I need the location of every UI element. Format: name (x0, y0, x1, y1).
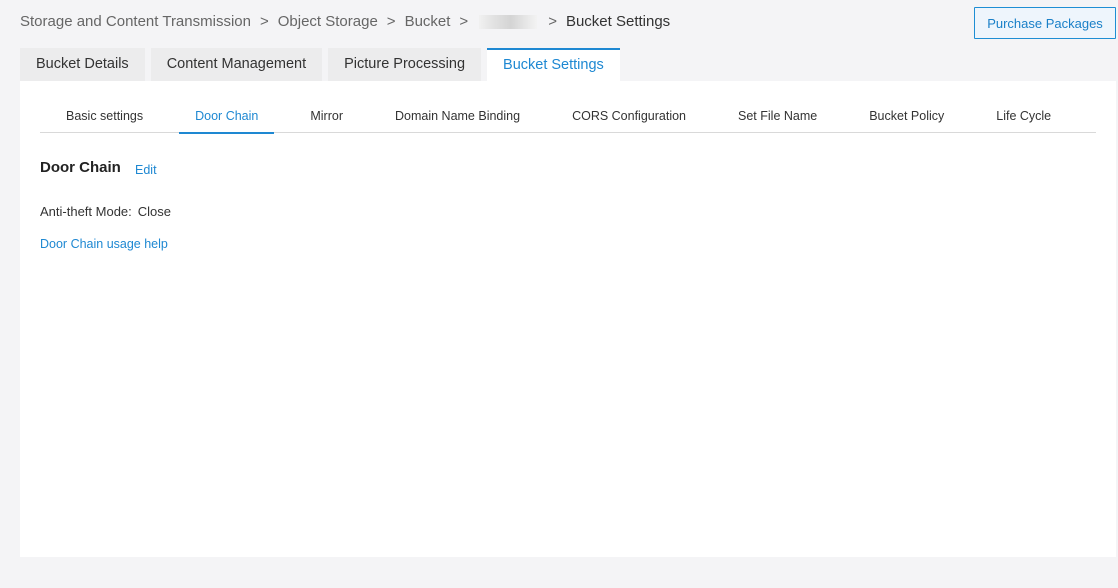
breadcrumb-separator: > (259, 13, 269, 30)
sub-tab-mirror[interactable]: Mirror (284, 99, 369, 133)
section-title: Door Chain (40, 159, 121, 176)
anti-theft-mode-label: Anti-theft Mode: (40, 204, 132, 219)
tab-picture-processing[interactable]: Picture Processing (328, 48, 482, 81)
sub-tab-set-file-name[interactable]: Set File Name (712, 99, 843, 133)
breadcrumb: Storage and Content Transmission > Objec… (20, 13, 670, 30)
breadcrumb-separator: > (548, 13, 557, 30)
breadcrumb-bucket-name-redacted[interactable] (479, 14, 538, 29)
breadcrumb-separator: > (386, 13, 396, 30)
breadcrumb-separator: > (459, 13, 469, 30)
breadcrumb-item-object-storage[interactable]: Object Storage (278, 13, 378, 30)
top-tab-bar: Bucket Details Content Management Pictur… (20, 48, 626, 82)
breadcrumb-item-bucket[interactable]: Bucket (405, 13, 451, 30)
door-chain-help-link[interactable]: Door Chain usage help (40, 237, 168, 251)
breadcrumb-item-storage[interactable]: Storage and Content Transmission (20, 13, 251, 30)
settings-panel: Basic settings Door Chain Mirror Domain … (20, 81, 1116, 557)
sub-tab-bucket-policy[interactable]: Bucket Policy (843, 99, 970, 133)
tab-content-management[interactable]: Content Management (150, 48, 323, 81)
tab-bucket-details[interactable]: Bucket Details (20, 48, 145, 81)
settings-sub-tab-bar: Basic settings Door Chain Mirror Domain … (40, 99, 1096, 134)
sub-tab-door-chain[interactable]: Door Chain (169, 99, 284, 134)
breadcrumb-current: Bucket Settings (565, 13, 671, 30)
tab-bucket-settings[interactable]: Bucket Settings (487, 48, 620, 82)
sub-tab-life-cycle[interactable]: Life Cycle (970, 99, 1077, 133)
sub-tab-basic-settings[interactable]: Basic settings (40, 99, 169, 133)
sub-tab-cors-configuration[interactable]: CORS Configuration (546, 99, 712, 133)
purchase-packages-button[interactable]: Purchase Packages (974, 7, 1116, 39)
anti-theft-mode-value: Close (137, 204, 172, 219)
edit-link[interactable]: Edit (135, 163, 157, 177)
anti-theft-mode-row: Anti-theft Mode: Close (40, 204, 171, 219)
sub-tab-domain-name-binding[interactable]: Domain Name Binding (369, 99, 546, 133)
